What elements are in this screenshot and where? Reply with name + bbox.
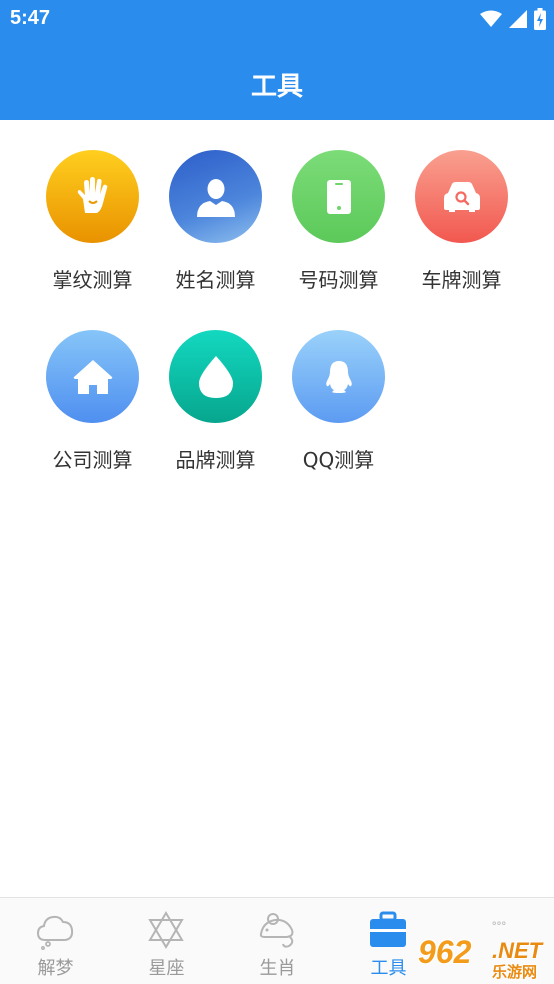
status-icons — [480, 8, 546, 30]
tool-company-circle — [46, 330, 139, 423]
tool-number-circle — [292, 150, 385, 243]
wifi-icon — [480, 10, 502, 27]
tool-name-circle — [169, 150, 262, 243]
phone-icon — [326, 179, 351, 214]
house-icon — [73, 359, 112, 394]
tool-plate-label: 车牌测算 — [421, 268, 502, 292]
tool-number-label: 号码测算 — [298, 268, 379, 292]
tool-palm[interactable]: 掌纹测算 — [31, 150, 154, 300]
toolbox-icon — [370, 911, 406, 947]
tool-qq-label: QQ测算 — [302, 448, 375, 472]
tool-brand[interactable]: 品牌测算 — [154, 330, 277, 480]
app-header: 5:47 工具 — [0, 0, 554, 120]
page-title: 工具 — [250, 72, 303, 102]
star-of-david-icon — [148, 911, 184, 949]
tool-brand-label: 品牌测算 — [175, 448, 256, 472]
tool-company-label: 公司测算 — [52, 448, 133, 472]
tool-name-label: 姓名测算 — [175, 268, 256, 292]
watermark-sub: 乐游网 — [492, 963, 538, 981]
status-bar: 5:47 — [0, 0, 554, 38]
battery-icon — [534, 8, 546, 30]
signal-icon — [509, 10, 527, 28]
tool-palm-label: 掌纹测算 — [52, 268, 133, 292]
mouse-icon — [259, 913, 294, 948]
status-time: 5:47 — [10, 7, 51, 29]
tab-zodiac[interactable]: 生肖 — [222, 898, 333, 984]
drop-icon — [198, 355, 233, 398]
tab-dream-label: 解梦 — [37, 958, 74, 979]
cloud-icon — [36, 915, 74, 950]
tab-zodiac-label: 生肖 — [259, 958, 296, 979]
tool-palm-circle — [46, 150, 139, 243]
tool-brand-circle — [169, 330, 262, 423]
watermark-brand: 962 — [418, 934, 472, 970]
qq-penguin-icon — [325, 360, 352, 393]
palm-icon — [77, 176, 107, 213]
car-icon — [443, 181, 480, 212]
watermark-logo: 962 .NET 乐游网 — [412, 934, 554, 982]
tab-constellation-label: 星座 — [148, 958, 185, 979]
tool-plate[interactable]: 车牌测算 — [400, 150, 523, 300]
tool-company[interactable]: 公司测算 — [31, 330, 154, 480]
tool-number[interactable]: 号码测算 — [277, 150, 400, 300]
tool-qq[interactable]: QQ测算 — [277, 330, 400, 480]
person-icon — [196, 178, 235, 217]
tool-name[interactable]: 姓名测算 — [154, 150, 277, 300]
tool-plate-circle — [415, 150, 508, 243]
tab-dream[interactable]: 解梦 — [0, 898, 111, 984]
tab-constellation[interactable]: 星座 — [111, 898, 222, 984]
tool-qq-circle — [292, 330, 385, 423]
